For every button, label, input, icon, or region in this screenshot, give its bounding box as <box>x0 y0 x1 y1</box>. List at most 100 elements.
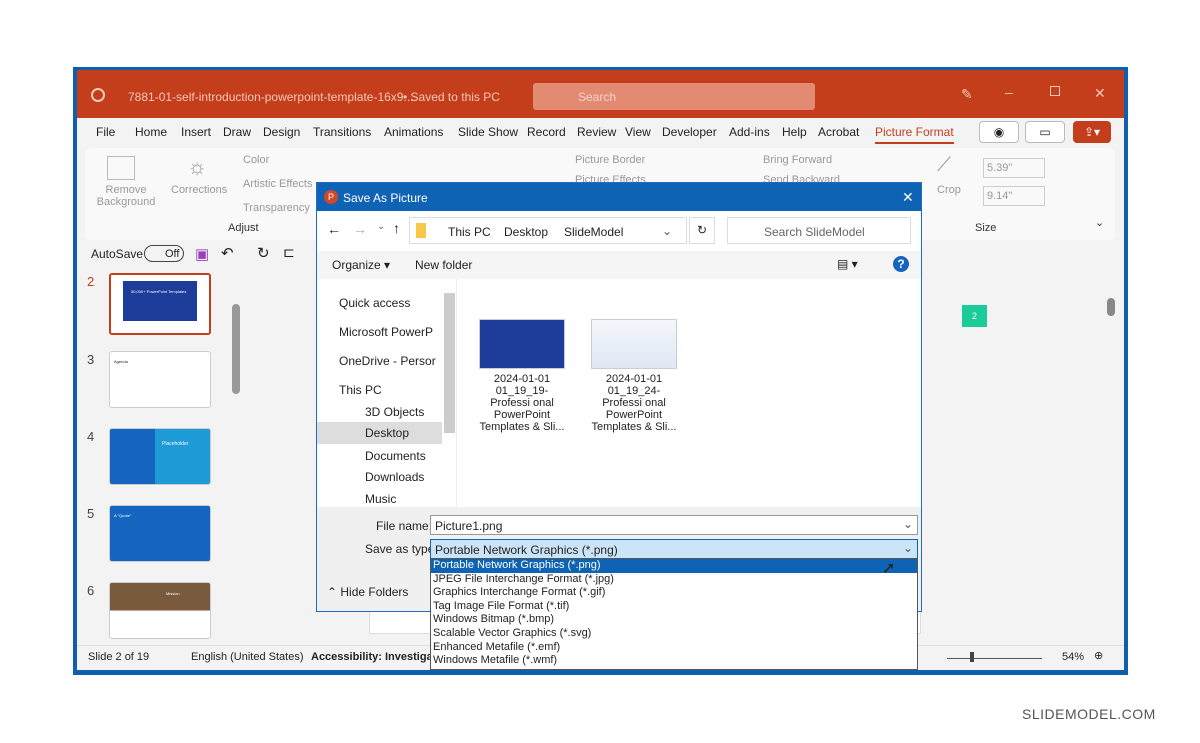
zoom-level[interactable]: 54% <box>1062 651 1084 663</box>
fit-slide-icon[interactable]: ⊕ <box>1094 649 1103 662</box>
tab-draw[interactable]: Draw <box>223 125 251 139</box>
slide-thumbnail-5[interactable]: A "Quote" <box>109 505 211 562</box>
option-gif[interactable]: Graphics Interchange Format (*.gif) <box>431 586 917 600</box>
redo-icon[interactable]: ↻ <box>257 244 270 262</box>
save-icon[interactable]: ▣ <box>195 245 209 263</box>
nav-music[interactable]: Music <box>365 492 396 506</box>
tab-insert[interactable]: Insert <box>181 125 211 139</box>
maximize-button[interactable] <box>1050 86 1060 96</box>
nav-quick-access[interactable]: Quick access <box>339 296 410 310</box>
slide-number-badge: 2 <box>962 305 987 327</box>
address-dropdown-icon[interactable]: ⌄ <box>662 224 672 238</box>
tab-help[interactable]: Help <box>782 125 807 139</box>
tab-view[interactable]: View <box>625 125 651 139</box>
new-folder-button[interactable]: New folder <box>415 258 472 272</box>
nav-downloads[interactable]: Downloads <box>365 470 424 484</box>
tab-file[interactable]: File <box>96 125 115 139</box>
tab-transitions[interactable]: Transitions <box>313 125 371 139</box>
zoom-slider-thumb[interactable] <box>970 652 974 662</box>
tab-developer[interactable]: Developer <box>662 125 717 139</box>
picture-border-button[interactable]: Picture Border <box>575 154 645 166</box>
nav-this-pc[interactable]: This PC <box>339 383 382 397</box>
file-item[interactable]: 2024-01-01 01_19_19-Professi onal PowerP… <box>479 319 565 439</box>
width-input[interactable]: 9.14" <box>983 186 1045 206</box>
artistic-effects-button[interactable]: Artistic Effects <box>243 178 312 190</box>
nav-3d-objects[interactable]: 3D Objects <box>365 405 424 419</box>
pen-icon[interactable]: ✎ <box>961 86 973 103</box>
back-icon[interactable]: ← <box>327 221 341 237</box>
option-png[interactable]: Portable Network Graphics (*.png) <box>431 559 917 573</box>
address-bar[interactable]: This PC Desktop SlideModel ⌄ <box>409 217 687 244</box>
tab-slide-show[interactable]: Slide Show <box>458 125 518 139</box>
transparency-button[interactable]: Transparency <box>243 202 310 214</box>
nav-onedrive[interactable]: OneDrive - Persor <box>339 354 436 368</box>
nav-powerpoint[interactable]: Microsoft PowerP <box>339 325 433 339</box>
color-button[interactable]: Color <box>243 154 269 166</box>
option-bmp[interactable]: Windows Bitmap (*.bmp) <box>431 613 917 627</box>
language-status[interactable]: English (United States) <box>191 651 304 663</box>
comments-button[interactable]: ▭ <box>1025 121 1065 143</box>
tab-record[interactable]: Record <box>527 125 566 139</box>
share-button[interactable]: ⇪▾ <box>1073 121 1111 143</box>
breadcrumb-slidemodel[interactable]: SlideModel <box>564 225 623 239</box>
recent-locations-icon[interactable]: ⌄ <box>377 221 385 232</box>
option-svg[interactable]: Scalable Vector Graphics (*.svg) <box>431 627 917 641</box>
tab-animations[interactable]: Animations <box>384 125 443 139</box>
thumbnail-text: Placeholder <box>162 441 189 447</box>
collapse-ribbon-icon[interactable]: ⌄ <box>1095 216 1104 229</box>
save-status[interactable]: • Saved to this PC <box>403 90 500 104</box>
remove-background-button[interactable]: Remove Background <box>95 184 157 208</box>
hide-folders-button[interactable]: ⌃ Hide Folders <box>327 585 408 599</box>
slide-thumbnail-3[interactable]: Agenda <box>109 351 211 408</box>
tab-home[interactable]: Home <box>135 125 167 139</box>
slide-thumbnail-6[interactable]: Mission <box>109 582 211 639</box>
undo-icon[interactable]: ↶ <box>221 244 234 262</box>
height-input[interactable]: 5.39" <box>983 158 1045 178</box>
option-wmf[interactable]: Windows Metafile (*.wmf) <box>431 654 917 668</box>
search-box[interactable]: Search <box>533 83 815 110</box>
up-icon[interactable]: ↑ <box>393 220 400 236</box>
save-as-type-select[interactable]: Portable Network Graphics (*.png) ⌄ <box>430 539 918 559</box>
tab-add-ins[interactable]: Add-ins <box>729 125 770 139</box>
zoom-slider[interactable] <box>947 658 1042 659</box>
nav-documents[interactable]: Documents <box>365 449 426 463</box>
autosave-toggle[interactable]: Off <box>144 245 184 262</box>
navigation-pane: Quick access Microsoft PowerP OneDrive -… <box>317 279 457 507</box>
option-jpg[interactable]: JPEG File Interchange Format (*.jpg) <box>431 573 917 587</box>
tab-acrobat[interactable]: Acrobat <box>818 125 859 139</box>
slide-scrollbar[interactable] <box>1107 298 1115 316</box>
slide-number: 4 <box>87 429 95 444</box>
organize-button[interactable]: Organize ▾ <box>332 258 390 272</box>
minimize-button[interactable]: – <box>1005 84 1013 100</box>
slide-thumbnail-4[interactable]: Placeholder <box>109 428 211 485</box>
accessibility-status[interactable]: Accessibility: Investigate <box>311 651 442 663</box>
option-emf[interactable]: Enhanced Metafile (*.emf) <box>431 641 917 655</box>
nav-scrollbar[interactable] <box>444 293 455 433</box>
breadcrumb-this-pc[interactable]: This PC <box>448 225 491 239</box>
nav-desktop-selected[interactable]: Desktop <box>317 422 442 444</box>
open-icon[interactable]: ⊏ <box>283 244 295 261</box>
help-icon[interactable]: ? <box>893 256 909 272</box>
record-button[interactable]: ◉ <box>979 121 1019 143</box>
slide-thumbnail-2[interactable]: 50,000+ PowerPoint Templates <box>109 273 211 335</box>
tab-review[interactable]: Review <box>577 125 616 139</box>
file-thumbnail <box>479 319 565 369</box>
tab-picture-format[interactable]: Picture Format <box>875 125 954 144</box>
powerpoint-icon: P <box>324 190 338 204</box>
option-tif[interactable]: Tag Image File Format (*.tif) <box>431 600 917 614</box>
search-slidemodel-input[interactable]: Search SlideModel <box>727 217 911 244</box>
corrections-button[interactable]: Corrections <box>171 184 227 196</box>
file-name: 2024-01-01 01_19_24-Professi onal PowerP… <box>591 373 677 433</box>
forward-icon[interactable]: → <box>353 221 367 237</box>
dialog-close-button[interactable]: ✕ <box>902 189 914 206</box>
thumbnail-scrollbar[interactable] <box>232 304 240 394</box>
file-item[interactable]: 2024-01-01 01_19_24-Professi onal PowerP… <box>591 319 677 439</box>
view-options-icon[interactable]: ▤ ▾ <box>837 257 858 271</box>
close-button[interactable]: ✕ <box>1094 85 1106 102</box>
bring-forward-button[interactable]: Bring Forward <box>763 154 832 166</box>
breadcrumb-desktop[interactable]: Desktop <box>504 225 548 239</box>
file-name-input[interactable]: Picture1.png ⌄ <box>430 515 918 535</box>
refresh-button[interactable]: ↻ <box>689 217 715 244</box>
tab-design[interactable]: Design <box>263 125 300 139</box>
crop-button[interactable]: Crop <box>937 184 961 196</box>
